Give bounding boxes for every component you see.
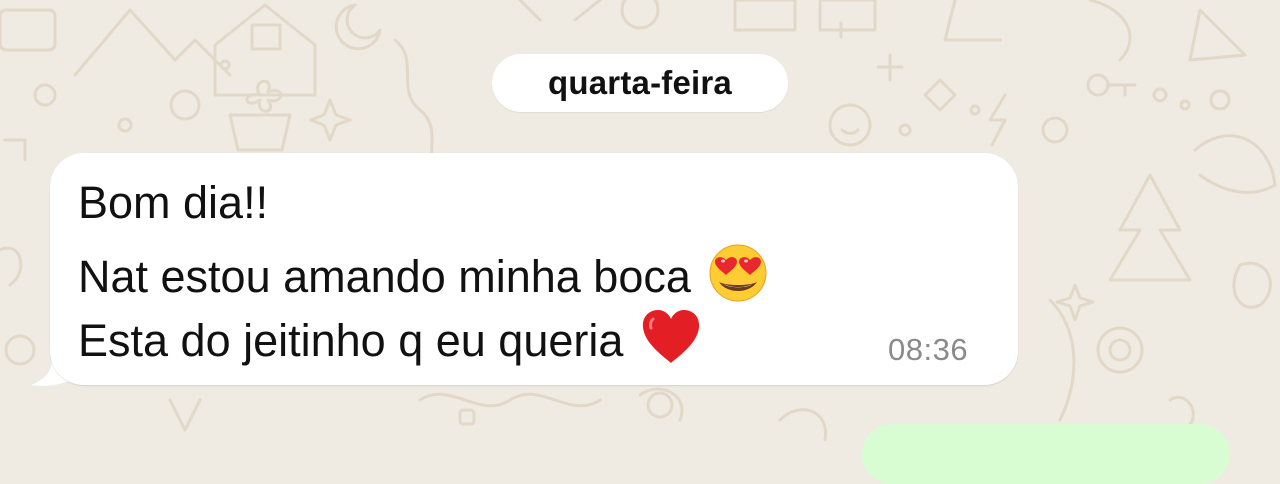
message-text-line-3: Esta do jeitinho q eu queria: [78, 315, 624, 366]
message-line: Bom dia!!: [78, 180, 268, 225]
heart-eyes-emoji-icon: [709, 244, 767, 309]
message-line: Esta do jeitinho q eu queria: [78, 309, 701, 372]
red-heart-emoji-icon: [641, 309, 701, 372]
outgoing-message-bubble[interactable]: [862, 424, 1230, 484]
message-line: Nat estou amando minha boca: [78, 244, 767, 309]
message-text-line-1: Bom dia!!: [78, 177, 269, 228]
date-separator: quarta-feira: [492, 54, 788, 112]
message-text-line-2: Nat estou amando minha boca: [78, 251, 691, 302]
message-timestamp: 08:36: [888, 332, 969, 367]
date-separator-label: quarta-feira: [548, 64, 732, 101]
